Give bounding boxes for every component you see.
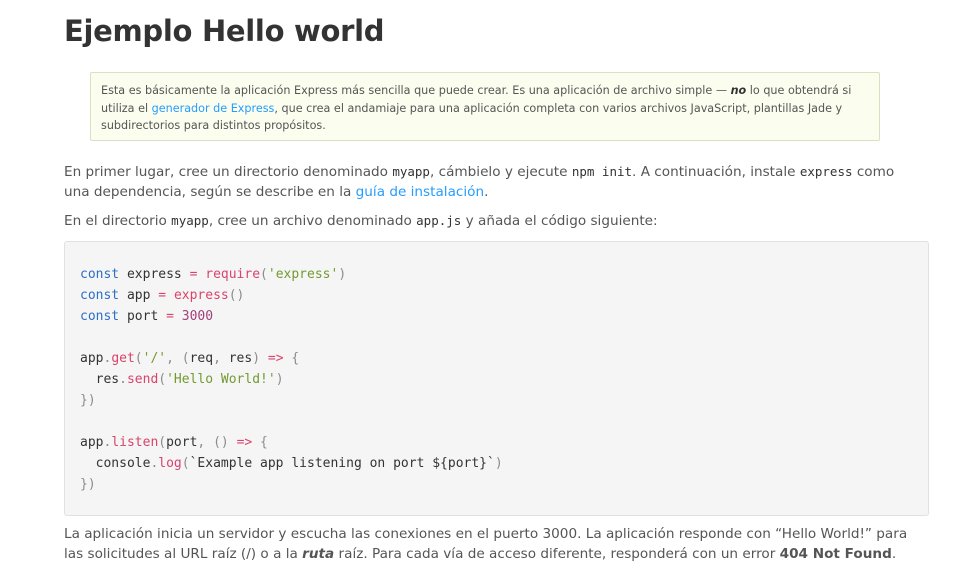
express-generator-link[interactable]: generador de Express bbox=[152, 102, 275, 115]
result-paragraph: La aplicación inicia un servidor y escuc… bbox=[64, 526, 908, 562]
page: Ejemplo Hello world Esta es básicamente … bbox=[0, 0, 960, 583]
ruta-emphasis: ruta bbox=[302, 545, 335, 562]
inline-code-myapp: myapp bbox=[392, 164, 430, 179]
code-block[interactable]: const express = require('express') const… bbox=[64, 241, 929, 516]
inline-code-express: express bbox=[799, 164, 853, 179]
page-title: Ejemplo Hello world bbox=[64, 14, 385, 48]
installation-guide-link[interactable]: guía de instalación bbox=[356, 184, 484, 200]
code-listing: const express = require('express') const… bbox=[80, 267, 503, 492]
note-text: Esta es básicamente la aplicación Expres… bbox=[101, 84, 731, 97]
intro-paragraph: En primer lugar, cree un directorio deno… bbox=[64, 164, 895, 200]
inline-code-myapp: myapp bbox=[171, 213, 209, 228]
note-emphasis: no bbox=[730, 84, 747, 97]
inline-code-app-js: app.js bbox=[416, 213, 462, 228]
create-file-paragraph: En el directorio myapp, cree un archivo … bbox=[64, 213, 658, 229]
info-note: Esta es básicamente la aplicación Expres… bbox=[90, 72, 880, 141]
not-found-bold: 404 Not Found bbox=[779, 545, 892, 562]
inline-code-npm-init: npm init bbox=[571, 164, 633, 179]
